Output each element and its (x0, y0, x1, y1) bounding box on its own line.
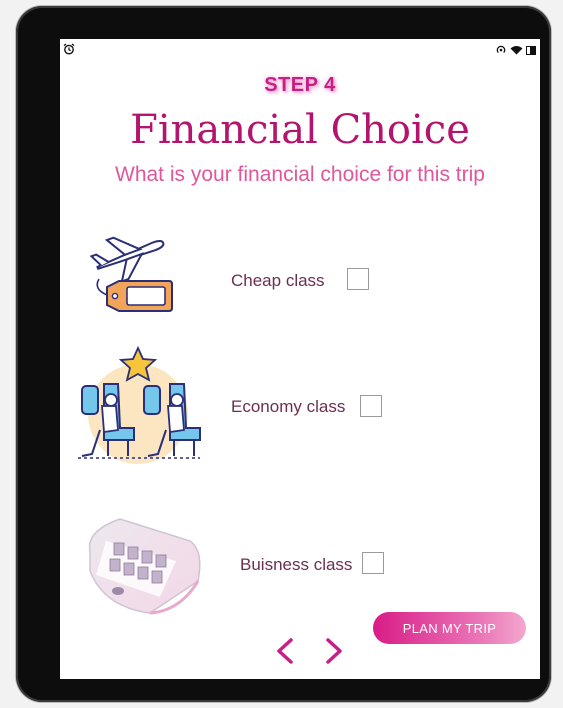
airplane-seats-icon (74, 344, 204, 474)
app-screen: STEP 4 Financial Choice What is your fin… (60, 39, 540, 679)
option-label-business: Buisness class (240, 555, 353, 574)
plan-my-trip-button[interactable]: PLAN MY TRIP (373, 612, 526, 644)
business-cabin-icon (80, 511, 205, 622)
option-label-economy: Economy class (231, 397, 346, 416)
battery-icon (526, 42, 536, 60)
option-label-cheap: Cheap class (231, 271, 325, 290)
checkbox-economy-class[interactable] (360, 395, 382, 417)
chevron-right-icon[interactable] (323, 637, 345, 670)
status-bar (60, 39, 540, 55)
alarm-icon (63, 42, 75, 60)
checkbox-business-class[interactable] (362, 552, 384, 574)
chevron-left-icon[interactable] (274, 637, 296, 670)
page-title: Financial Choice (130, 107, 470, 153)
status-icons (495, 42, 536, 60)
page-subtitle: What is your financial choice for this t… (115, 163, 485, 186)
plane-ticket-icon (85, 229, 175, 322)
checkbox-cheap-class[interactable] (347, 268, 369, 290)
hotspot-icon (495, 42, 507, 60)
tablet-frame: STEP 4 Financial Choice What is your fin… (16, 6, 551, 702)
step-indicator: STEP 4 (264, 74, 336, 96)
wifi-icon (510, 42, 523, 60)
